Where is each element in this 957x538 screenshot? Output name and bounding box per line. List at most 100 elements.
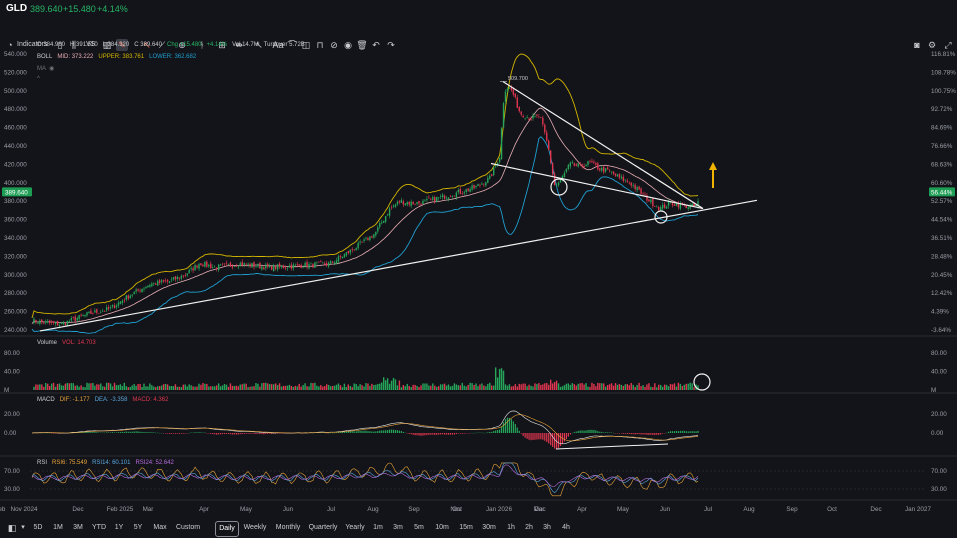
macd-hist-bar: [595, 430, 597, 433]
candle-body: [217, 264, 220, 271]
pct-tag: 56.44%: [931, 189, 953, 196]
volume-bar: [569, 384, 572, 390]
volume-bar: [437, 386, 440, 390]
macd-pane[interactable]: [31, 410, 699, 449]
macd-hist-bar: [673, 431, 676, 433]
interval-yearly[interactable]: Yearly: [344, 521, 366, 535]
candle-body: [208, 264, 210, 267]
range-ytd[interactable]: YTD: [91, 521, 107, 535]
volume-bar: [284, 385, 287, 390]
volume-bar: [693, 387, 695, 390]
volume-bar: [373, 384, 375, 390]
macd-hist-bar: [353, 431, 355, 433]
interval-weekly[interactable]: Weekly: [242, 521, 268, 535]
macd-hist-bar: [628, 433, 630, 434]
drawings[interactable]: [39, 81, 758, 450]
candle-body: [198, 264, 200, 269]
candle-body: [41, 319, 43, 322]
range-custom[interactable]: Custom: [175, 521, 201, 535]
macd-hist-bar: [536, 433, 538, 440]
interval-3h[interactable]: 3h: [541, 521, 553, 535]
interval-1h[interactable]: 1h: [505, 521, 517, 535]
candle-body: [652, 198, 654, 207]
panel-toggle-icon[interactable]: ◧: [6, 521, 18, 535]
month-label: May: [240, 506, 253, 513]
volume-bar: [265, 382, 267, 390]
candle-body: [536, 114, 538, 116]
candle-body: [603, 166, 605, 173]
interval-3m[interactable]: 3m: [392, 521, 404, 535]
candle-body: [353, 249, 355, 251]
interval-30m[interactable]: 30m: [481, 521, 497, 535]
interval-1m[interactable]: 1m: [372, 521, 384, 535]
candle-body: [243, 262, 245, 265]
rsi-tick: 30.00: [4, 486, 20, 493]
candle-body: [408, 201, 410, 205]
volume-bar: [178, 386, 181, 390]
price-pane[interactable]: 509.700: [31, 53, 699, 334]
interval-monthly[interactable]: Monthly: [274, 521, 302, 535]
volume-bar: [579, 383, 581, 390]
volume-bar: [286, 385, 289, 390]
interval-15m[interactable]: 15m: [458, 521, 474, 535]
volume-bar: [416, 385, 418, 390]
range-1m[interactable]: 1M: [51, 521, 65, 535]
candle-body: [267, 264, 269, 267]
macd-hist-bar: [461, 433, 463, 434]
volume-bar: [253, 386, 255, 390]
volume-bar: [441, 384, 444, 390]
volume-bar: [361, 385, 363, 390]
volume-bar: [473, 384, 475, 390]
candle-body: [406, 202, 408, 205]
volume-tick-right: 80.00: [931, 350, 947, 357]
volume-bar: [563, 385, 566, 390]
volume-bar: [196, 386, 198, 390]
chevron-down-icon[interactable]: ▾: [19, 521, 27, 535]
candle-body: [491, 174, 493, 177]
macd-hist-bar: [235, 433, 237, 435]
volume-bar: [439, 384, 442, 390]
chart-canvas[interactable]: 509.700 540.000 520.000 500.000 480.000 460.…: [0, 0, 957, 538]
candle-body: [86, 312, 88, 316]
candle-body: [349, 249, 351, 253]
candle-body: [149, 284, 151, 287]
macd-hist-bar: [392, 429, 395, 433]
candle-body: [583, 165, 585, 168]
candle-body: [127, 295, 129, 299]
macd-hist-bar: [227, 433, 230, 434]
volume-pane[interactable]: [33, 367, 699, 390]
candle-body: [249, 263, 251, 267]
candle-body: [371, 236, 373, 238]
interval-5m[interactable]: 5m: [413, 521, 425, 535]
price-tick: 340.000: [4, 235, 27, 242]
volume-bar: [292, 386, 295, 390]
range-3m[interactable]: 3M: [71, 521, 85, 535]
range-max[interactable]: Max: [152, 521, 168, 535]
interval-quarterly[interactable]: Quarterly: [308, 521, 338, 535]
range-5y[interactable]: 5Y: [132, 521, 144, 535]
volume-bar: [300, 386, 302, 390]
rsi-tick-right: 70.00: [931, 468, 947, 475]
interval-4h[interactable]: 4h: [560, 521, 572, 535]
range-5d[interactable]: 5D: [31, 521, 45, 535]
volume-bar: [76, 385, 78, 390]
macd-hist-bar: [445, 433, 448, 435]
volume-bar: [219, 386, 222, 390]
candle-body: [445, 197, 448, 199]
rsi-pane[interactable]: [30, 462, 925, 497]
volume-bar: [111, 386, 114, 390]
candle-body: [660, 207, 662, 211]
macd-hist-bar: [420, 433, 422, 436]
volume-bar: [78, 386, 80, 390]
candle-body: [200, 263, 202, 266]
candle-body: [56, 320, 59, 326]
interval-daily[interactable]: Daily: [215, 521, 239, 537]
interval-10m[interactable]: 10m: [434, 521, 450, 535]
interval-2h[interactable]: 2h: [523, 521, 535, 535]
volume-bar: [469, 382, 471, 390]
range-1y[interactable]: 1Y: [113, 521, 125, 535]
candle-body: [160, 280, 163, 283]
candle-body: [219, 264, 222, 266]
volume-bar: [68, 383, 71, 390]
macd-hist-bar: [581, 430, 583, 433]
